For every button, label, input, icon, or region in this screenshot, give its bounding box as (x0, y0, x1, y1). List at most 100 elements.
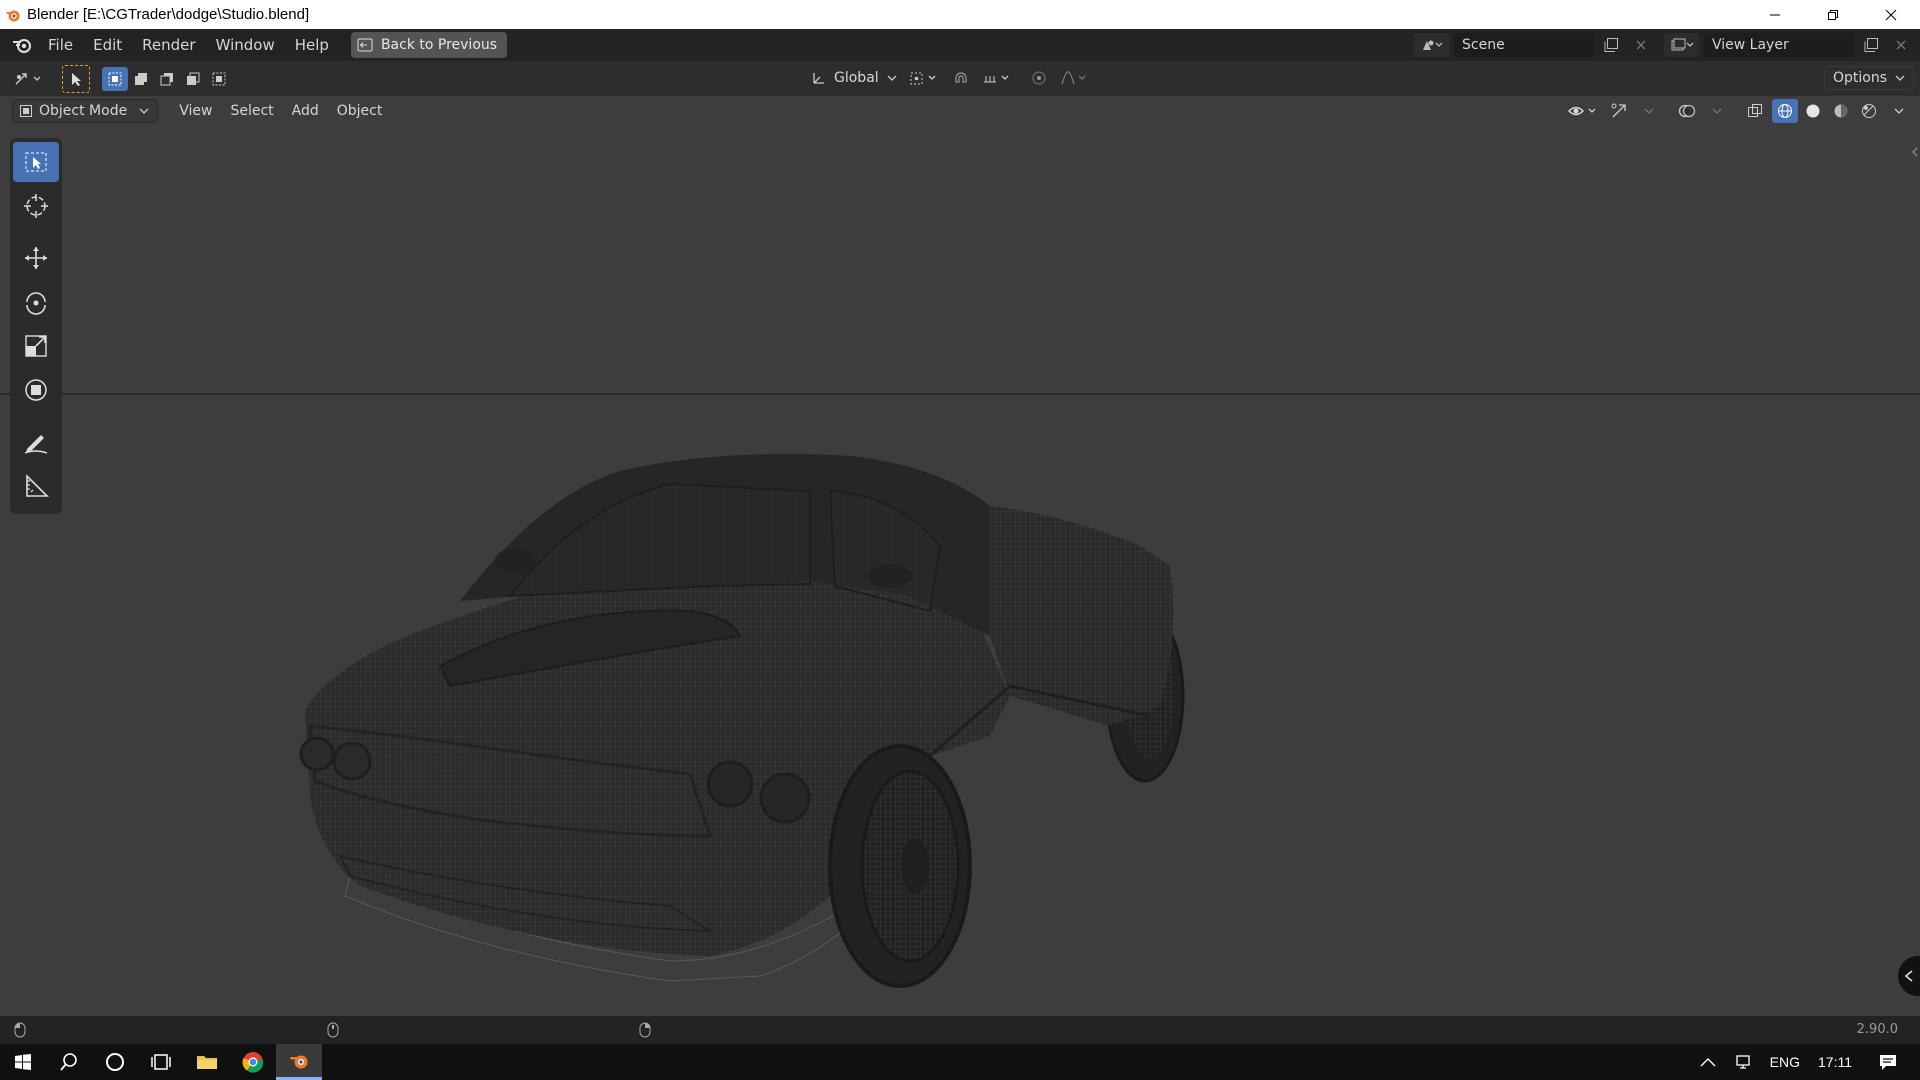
action-center-icon[interactable] (1878, 1053, 1898, 1071)
restore-button[interactable] (1804, 0, 1862, 29)
options-dropdown[interactable]: Options (1823, 66, 1914, 90)
back-to-previous-button[interactable]: Back to Previous (350, 32, 508, 58)
back-icon (357, 38, 373, 52)
scene-browse-button[interactable] (1414, 33, 1450, 57)
view-layer-browse-button[interactable] (1664, 33, 1700, 57)
search-button[interactable] (46, 1044, 92, 1080)
object-mode-dropdown[interactable]: Object Mode (12, 99, 159, 123)
chrome-taskbar-button[interactable] (230, 1044, 276, 1080)
editor-type-button[interactable] (10, 67, 48, 91)
object-mode-icon (19, 104, 33, 118)
scene-name-field[interactable]: Scene (1454, 33, 1594, 57)
eye-icon (1567, 103, 1599, 119)
chevron-down-icon (1895, 74, 1905, 82)
close-window-button[interactable] (1862, 0, 1920, 29)
select-invert-button[interactable] (180, 67, 206, 91)
select-extend-button[interactable] (128, 67, 154, 91)
new-view-layer-button[interactable] (1858, 33, 1884, 57)
view-layer-field[interactable]: View Layer (1704, 33, 1854, 57)
cursor-tool[interactable] (13, 186, 59, 226)
sidebar-toggle[interactable] (1910, 144, 1920, 160)
windows-taskbar: ENG 17:11 (0, 1044, 1920, 1080)
task-view-button[interactable] (138, 1044, 184, 1080)
transform-orientation-value: Global (834, 70, 879, 86)
visibility-dropdown[interactable] (1564, 99, 1602, 123)
cortana-button[interactable] (92, 1044, 138, 1080)
xray-toggle[interactable] (1742, 99, 1768, 123)
xray-icon (1747, 103, 1763, 119)
chevron-up-icon[interactable] (1700, 1057, 1716, 1067)
select-extend-icon (133, 71, 149, 87)
language-indicator[interactable]: ENG (1770, 1054, 1800, 1070)
window-title: Blender [E:\CGTrader\dodge\Studio.blend] (27, 6, 310, 23)
overlays-toggle[interactable] (1674, 99, 1700, 123)
overlays-dropdown[interactable] (1704, 99, 1730, 123)
measure-tool[interactable] (13, 466, 59, 506)
network-icon[interactable] (1734, 1054, 1752, 1070)
navigation-gizmo-toggle[interactable] (1898, 956, 1920, 996)
solid-shading-button[interactable] (1800, 99, 1826, 123)
move-tool[interactable] (13, 238, 59, 278)
3d-viewport[interactable] (0, 126, 1920, 1016)
menu-edit[interactable]: Edit (83, 32, 132, 58)
file-explorer-taskbar-button[interactable] (184, 1044, 230, 1080)
select-invert-icon (185, 71, 201, 87)
object-menu[interactable]: Object (328, 99, 392, 123)
new-scene-button[interactable] (1598, 33, 1624, 57)
editor-type-icon (13, 71, 45, 87)
add-menu[interactable]: Add (283, 99, 328, 123)
scene-name: Scene (1462, 37, 1505, 53)
view-menu[interactable]: View (170, 99, 221, 123)
gizmos-toggle[interactable] (1606, 99, 1632, 123)
wireframe-shading-button[interactable] (1772, 99, 1798, 123)
duplicate-icon (1863, 37, 1879, 53)
select-intersect-button[interactable] (206, 67, 232, 91)
material-preview-button[interactable] (1828, 99, 1854, 123)
pivot-point-dropdown[interactable] (906, 66, 942, 90)
delete-scene-button[interactable] (1628, 33, 1654, 57)
object-mode-label: Object Mode (39, 103, 128, 119)
menu-window[interactable]: Window (206, 32, 285, 58)
snap-increment-icon (982, 70, 1012, 86)
proportional-falloff-dropdown[interactable] (1058, 66, 1092, 90)
menu-render[interactable]: Render (132, 32, 205, 58)
select-box-tool[interactable] (13, 142, 59, 182)
shading-mode-group (1772, 99, 1882, 123)
window-titlebar: Blender [E:\CGTrader\dodge\Studio.blend] (0, 0, 1920, 29)
menu-file[interactable]: File (38, 32, 83, 58)
blender-taskbar-button[interactable] (276, 1044, 322, 1080)
view-layer-name: View Layer (1712, 37, 1789, 53)
gizmos-dropdown[interactable] (1636, 99, 1662, 123)
annotate-tool[interactable] (13, 422, 59, 462)
scale-tool[interactable] (13, 326, 59, 366)
minimize-button[interactable] (1746, 0, 1804, 29)
select-menu[interactable]: Select (221, 99, 282, 123)
select-subtract-button[interactable] (154, 67, 180, 91)
orientation-icon (812, 71, 826, 85)
rendered-shading-button[interactable] (1856, 99, 1882, 123)
3d-cursor-icon (23, 193, 49, 219)
proportional-editing-toggle[interactable] (1026, 66, 1052, 90)
blender-menu-icon[interactable] (12, 36, 32, 54)
snap-toggle[interactable] (948, 66, 974, 90)
snap-target-dropdown[interactable] (980, 66, 1014, 90)
clock-time[interactable]: 17:11 (1818, 1054, 1852, 1070)
move-arrows-icon (23, 245, 49, 271)
transform-controls: Global (804, 66, 1092, 90)
mouse-left-icon (14, 1022, 26, 1038)
menu-help[interactable]: Help (285, 32, 339, 58)
task-view-icon (150, 1052, 172, 1072)
chevron-down-icon (1894, 107, 1904, 115)
mouse-middle-icon (327, 1022, 339, 1038)
rotate-tool[interactable] (13, 282, 59, 322)
active-tool-button[interactable] (62, 64, 90, 93)
viewport-shading-controls (1564, 99, 1912, 123)
scene-selector-group: Scene View Layer (1414, 29, 1920, 61)
select-new-button[interactable] (102, 67, 128, 91)
delete-view-layer-button[interactable] (1888, 33, 1914, 57)
transform-orientation-dropdown[interactable]: Global (804, 66, 900, 90)
start-button[interactable] (0, 1044, 46, 1080)
select-subtract-icon (159, 71, 175, 87)
transform-tool[interactable] (13, 370, 59, 410)
shading-dropdown[interactable] (1886, 99, 1912, 123)
